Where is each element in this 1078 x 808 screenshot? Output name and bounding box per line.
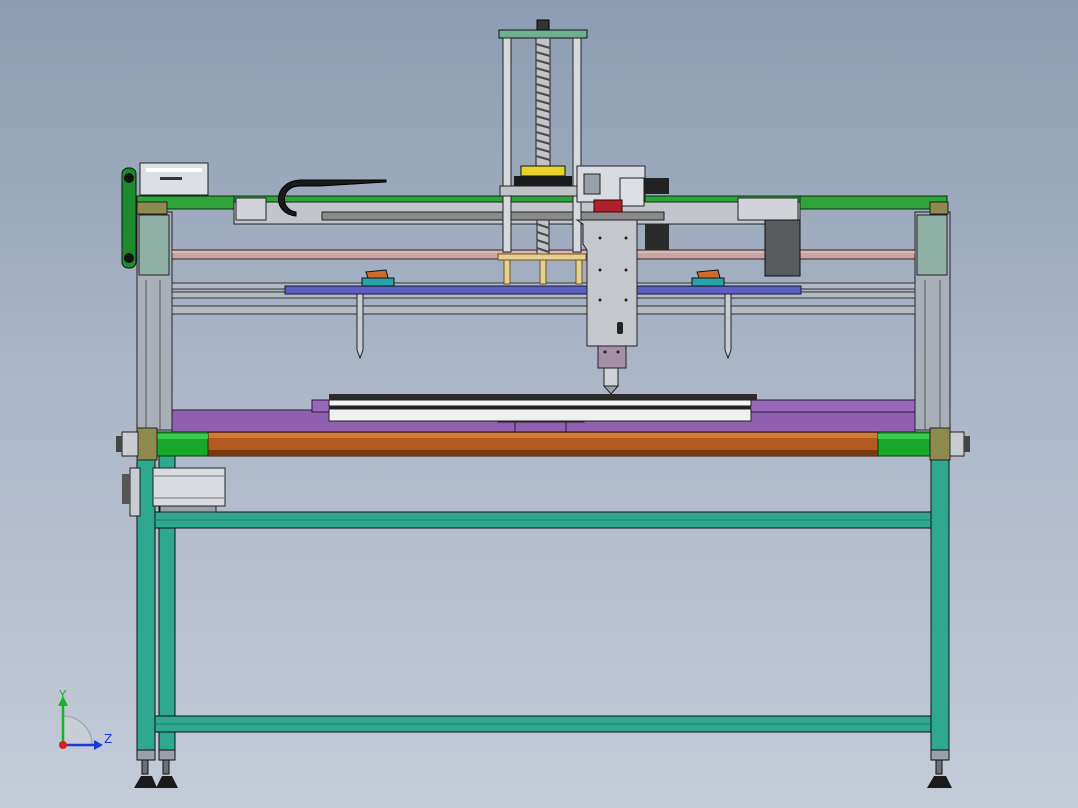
control-box[interactable] [139, 162, 209, 196]
frame-leg-right [930, 454, 950, 759]
right-bearing-block [929, 201, 949, 215]
cutting-knife-tip [602, 385, 620, 395]
lead-screw [535, 37, 551, 255]
sheet-workpiece [328, 394, 757, 422]
y-axis-label: Y [58, 688, 67, 702]
z-axis-label: Z [104, 732, 112, 746]
cad-viewport[interactable]: Y Z [0, 0, 1078, 808]
lead-screw-tower[interactable] [497, 19, 588, 285]
feed-motor[interactable] [122, 467, 226, 517]
x-axis-dot [59, 741, 67, 749]
belt-drive-left[interactable] [121, 167, 137, 269]
feed-roller[interactable] [116, 427, 970, 461]
leveling-feet [134, 759, 952, 788]
triad-plane-arc [62, 715, 93, 746]
base-frame[interactable] [136, 454, 950, 761]
left-bearing-block [136, 201, 168, 215]
coordinate-triad: Y Z [58, 688, 112, 750]
